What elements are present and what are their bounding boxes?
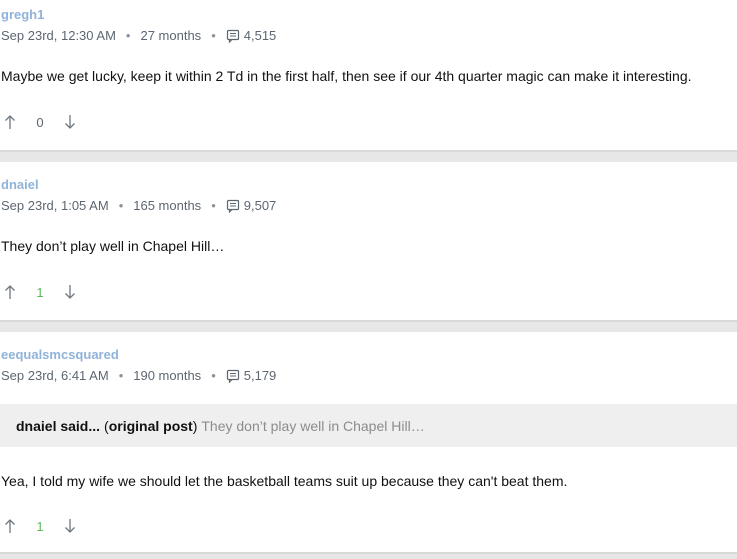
post-count: 4,515 [243,28,277,43]
meta-separator: • [125,28,131,43]
post-count: 5,179 [243,368,277,383]
meta-separator: • [118,368,124,383]
vote-controls: 1 [0,282,80,302]
post-meta: Sep 23rd, 6:41 AM • 190 months • 5,179 [1,368,276,383]
post-divider [0,552,737,559]
post-divider [0,320,737,332]
meta-separator: • [118,198,124,213]
post-body: Yea, I told my wife we should let the ba… [1,473,568,489]
comment-icon [226,29,240,43]
post-count: 9,507 [243,198,277,213]
arrow-up-icon[interactable] [0,282,20,302]
arrow-down-icon[interactable] [60,112,80,132]
post-date: Sep 23rd, 12:30 AM [1,28,116,43]
post-meta: Sep 23rd, 12:30 AM • 27 months • 4,515 [1,28,276,43]
post-body: Maybe we get lucky, keep it within 2 Td … [1,68,692,84]
post-meta: Sep 23rd, 1:05 AM • 165 months • 9,507 [1,198,276,213]
post-divider [0,150,737,162]
original-post-link[interactable]: original post [109,418,193,434]
arrow-up-icon[interactable] [0,516,20,536]
arrow-down-icon[interactable] [60,282,80,302]
post-date: Sep 23rd, 1:05 AM [1,198,109,213]
vote-score: 1 [36,518,44,534]
post-2: dnaiel Sep 23rd, 1:05 AM • 165 months • … [0,170,737,320]
meta-separator: • [211,198,216,213]
post-1: gregh1 Sep 23rd, 12:30 AM • 27 months • … [0,0,737,152]
quote-text: They don’t play well in Chapel Hill… [201,417,425,434]
vote-score: 0 [36,114,44,130]
post-body: They don’t play well in Chapel Hill… [1,238,225,254]
meta-separator: • [211,28,216,43]
post-date: Sep 23rd, 6:41 AM [1,368,109,383]
vote-score: 1 [36,284,44,300]
post-3: eequalsmcsquared Sep 23rd, 6:41 AM • 190… [0,340,737,552]
meta-separator: • [211,368,216,383]
quote-author: dnaiel said... [16,417,101,434]
comment-icon [226,369,240,383]
post-username[interactable]: gregh1 [1,7,44,22]
vote-controls: 1 [0,516,80,536]
member-tenure: 165 months [133,198,202,213]
arrow-down-icon[interactable] [60,516,80,536]
post-username[interactable]: eequalsmcsquared [1,347,119,362]
comment-icon [226,199,240,213]
quote-block: dnaiel said... ( original post ) They do… [0,404,737,447]
post-username[interactable]: dnaiel [1,177,39,192]
vote-controls: 0 [0,112,80,132]
quote-paren-close: ) [192,417,198,434]
member-tenure: 190 months [133,368,202,383]
member-tenure: 27 months [140,28,202,43]
arrow-up-icon[interactable] [0,112,20,132]
